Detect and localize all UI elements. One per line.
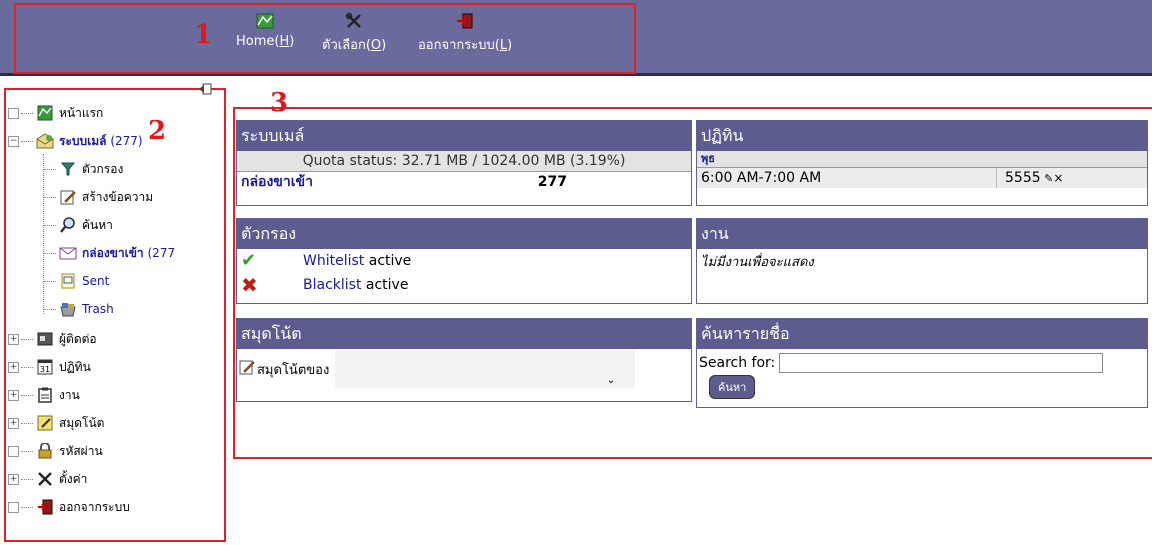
calendar-day: พุธ <box>697 151 1147 167</box>
mail-system-icon <box>36 132 54 150</box>
folder-tree: หน้าแรก − ระบบเมล์ (277) ตัวกรอง สร้างข้… <box>8 96 224 536</box>
compose-icon <box>59 188 77 206</box>
quota-status: Quota status: 32.71 MB / 1024.00 MB (3.1… <box>237 151 691 171</box>
home-map-icon <box>36 104 54 122</box>
event-title[interactable]: 5555 ✎× <box>996 168 1125 188</box>
calendar-panel: ปฏิทิน พุธ 6:00 AM-7:00 AM 5555 ✎× <box>696 120 1148 206</box>
notes-label: สมุดโน้ตของ <box>257 362 330 378</box>
annotation-marker-1: 1 <box>194 20 213 50</box>
tasks-empty-text: ไม่มีงานเพื่อจะแสดง <box>701 255 814 270</box>
sidebar-item-sent[interactable]: Sent <box>44 270 109 292</box>
home-map-icon <box>255 12 275 30</box>
contacts-icon <box>36 330 54 348</box>
calendar-panel-title: ปฏิทิน <box>697 121 1147 151</box>
logout-icon <box>36 498 54 516</box>
tools-icon <box>344 12 364 30</box>
settings-icon <box>36 470 54 488</box>
logout-door-icon <box>455 12 475 30</box>
tasks-icon <box>36 386 54 404</box>
sidebar-item-mail[interactable]: − ระบบเมล์ (277) <box>8 130 143 152</box>
annotation-marker-3: 3 <box>270 88 289 118</box>
sidebar-item-search[interactable]: ค้นหา <box>44 214 113 236</box>
sidebar-item-inbox[interactable]: กล่องขาเข้า (277 <box>44 242 175 264</box>
search-input[interactable] <box>779 353 1104 373</box>
tasks-panel-title: งาน <box>697 219 1147 249</box>
blacklist-row: ✖ Blacklist active <box>241 273 409 297</box>
sidebar-item-compose[interactable]: สร้างข้อความ <box>44 186 153 208</box>
trash-icon <box>59 300 77 318</box>
event-time: 6:00 AM-7:00 AM <box>701 170 822 186</box>
edit-pencil-icon[interactable]: ✎ <box>1041 172 1053 185</box>
sidebar-item-trash[interactable]: Trash <box>44 298 114 320</box>
home-button[interactable]: Home(H) <box>236 12 294 49</box>
tree-toggle[interactable] <box>8 501 19 513</box>
sidebar-item-password[interactable]: รหัสผ่าน <box>8 440 103 462</box>
envelope-icon <box>59 244 77 262</box>
calendar-event-row[interactable]: 6:00 AM-7:00 AM 5555 ✎× <box>697 167 1147 188</box>
logout-button[interactable]: ออกจากระบบ(L) <box>418 12 512 55</box>
tree-toggle[interactable]: + <box>8 333 19 345</box>
logout-label: ออกจากระบบ( <box>418 38 500 53</box>
filter-panel-title: ตัวกรอง <box>237 219 691 249</box>
check-icon: ✔ <box>241 250 257 271</box>
sidebar-item-notes[interactable]: + สมุดโน้ต <box>8 412 104 434</box>
search-contacts-panel: ค้นหารายชื่อ Search for: ค้นหา <box>696 318 1148 408</box>
svg-text:31: 31 <box>40 365 50 374</box>
mail-panel-title: ระบบเมล์ <box>237 121 691 151</box>
sidebar-item-filter[interactable]: ตัวกรอง <box>44 158 123 180</box>
tree-toggle[interactable]: + <box>8 361 19 373</box>
notepad-icon <box>36 414 54 432</box>
inbox-count: 277 <box>537 174 567 190</box>
tree-toggle[interactable]: − <box>8 135 19 147</box>
calendar-icon: 31 <box>36 358 54 376</box>
tasks-panel: งาน ไม่มีงานเพื่อจะแสดง <box>696 218 1148 304</box>
sidebar-item-tasks[interactable]: + งาน <box>8 384 80 406</box>
tree-toggle[interactable] <box>8 107 19 119</box>
inbox-row[interactable]: กล่องขาเข้า 277 <box>237 171 691 192</box>
tree-toggle[interactable]: + <box>8 417 19 429</box>
sent-icon <box>59 272 77 290</box>
whitelist-link[interactable]: Whitelist <box>303 253 364 269</box>
notes-panel-title: สมุดโน้ต <box>237 319 691 349</box>
mail-panel: ระบบเมล์ Quota status: 32.71 MB / 1024.0… <box>236 120 692 206</box>
filter-icon <box>59 160 77 178</box>
delete-x-icon[interactable]: × <box>1053 171 1063 185</box>
cross-icon: ✖ <box>241 273 258 297</box>
tree-toggle[interactable] <box>8 445 19 457</box>
blacklist-link[interactable]: Blacklist <box>303 277 361 293</box>
sidebar-item-home[interactable]: หน้าแรก <box>8 102 103 124</box>
search-icon <box>59 216 77 234</box>
notes-row[interactable]: สมุดโน้ตของ ⌄ <box>237 349 691 389</box>
collapse-sidebar-icon[interactable] <box>198 80 212 95</box>
whitelist-row: ✔ Whitelist active <box>241 250 412 271</box>
home-label: Home( <box>236 34 280 49</box>
inbox-link[interactable]: กล่องขาเข้า <box>241 172 313 192</box>
notes-panel: สมุดโน้ต สมุดโน้ตของ ⌄ <box>236 318 692 402</box>
sidebar-item-contacts[interactable]: + ผู้ติดต่อ <box>8 328 97 350</box>
search-panel-title: ค้นหารายชื่อ <box>697 319 1147 349</box>
options-label: ตัวเลือก( <box>322 38 371 53</box>
chevron-down-icon: ⌄ <box>606 375 616 386</box>
search-button[interactable]: ค้นหา <box>709 375 756 399</box>
options-button[interactable]: ตัวเลือก(O) <box>322 12 386 55</box>
search-row: Search for: <box>697 349 1147 375</box>
search-label: Search for: <box>699 355 776 371</box>
notes-select[interactable]: ⌄ <box>335 350 636 388</box>
filter-panel: ตัวกรอง ✔ Whitelist active ✖ Blacklist a… <box>236 218 692 304</box>
compose-icon <box>239 359 257 379</box>
sidebar-item-settings[interactable]: + ตั้งค่า <box>8 468 87 490</box>
sidebar-item-calendar[interactable]: + 31 ปฏิทิน <box>8 356 91 378</box>
tree-toggle[interactable]: + <box>8 389 19 401</box>
lock-icon <box>36 442 54 460</box>
sidebar-item-logout[interactable]: ออกจากระบบ <box>8 496 130 518</box>
tree-toggle[interactable]: + <box>8 473 19 485</box>
